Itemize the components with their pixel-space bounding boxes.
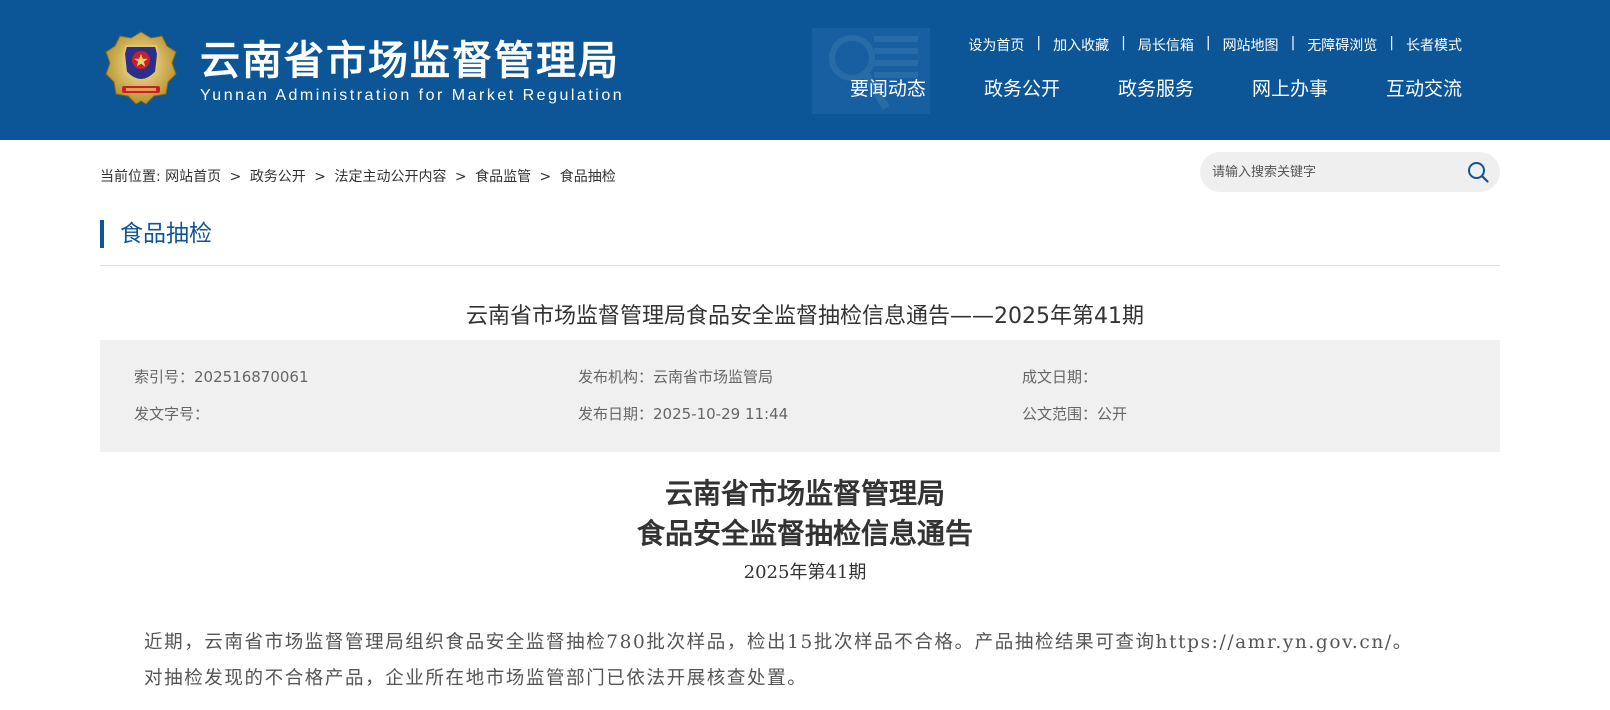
top-link-elder-mode[interactable]: 长者模式 (1406, 35, 1462, 55)
breadcrumb-food-supervision[interactable]: 食品监管 (475, 169, 531, 185)
document-issue: 2025年第41期 (743, 562, 867, 583)
meta-scope: 公文范围：公开 (1022, 405, 1128, 423)
breadcrumb-separator: > (314, 169, 326, 185)
breadcrumb-separator: > (229, 169, 242, 185)
top-link-director-mailbox[interactable]: 局长信箱 (1138, 35, 1194, 55)
site-subtitle: Yunnan Administration for Market Regulat… (200, 87, 625, 104)
meta-doc-no: 发文字号： (134, 405, 210, 423)
breadcrumb-prefix: 当前位置: (100, 169, 161, 185)
top-link-separator: | (1036, 35, 1042, 51)
main-nav: 要闻动态 政务公开 政务服务 网上办事 互动交流 (850, 74, 1462, 101)
document-org-heading: 云南省市场监督管理局 (664, 477, 945, 510)
meta-publisher: 发布机构：云南省市场监管局 (578, 368, 774, 386)
nav-item-interaction[interactable]: 互动交流 (1386, 74, 1462, 101)
top-link-separator: | (1121, 35, 1126, 51)
site-title: 云南省市场监督管理局 (200, 38, 620, 84)
breadcrumb: 当前位置: 网站首页 > 政务公开 > 法定主动公开内容 > 食品监管 > 食品… (100, 166, 616, 186)
breadcrumb-gov-affairs[interactable]: 政务公开 (250, 169, 306, 185)
breadcrumb-statutory-disclosure[interactable]: 法定主动公开内容 (334, 169, 446, 185)
search-icon[interactable] (1466, 160, 1490, 184)
article-body: 近期，云南省市场监督管理局组织食品安全监督抽检780批次样品，检出15批次样品不… (144, 625, 1464, 697)
breadcrumb-separator: > (454, 169, 467, 185)
breadcrumb-separator: > (539, 169, 552, 185)
section-divider (100, 265, 1500, 266)
top-link-sitemap[interactable]: 网站地图 (1223, 35, 1279, 55)
police-emblem-icon[interactable] (104, 30, 178, 106)
section-title: 食品抽检 (100, 220, 212, 248)
top-link-separator: | (1205, 35, 1211, 51)
article-title: 云南省市场监督管理局食品安全监督抽检信息通告——2025年第41期 (466, 304, 1144, 329)
nav-item-online-services[interactable]: 网上办事 (1252, 74, 1328, 101)
body-paragraph: 近期，云南省市场监督管理局组织食品安全监督抽检780批次样品，检出15批次样品不… (144, 632, 1413, 653)
nav-item-gov-services[interactable]: 政务服务 (1118, 74, 1194, 101)
meta-written-date: 成文日期： (1022, 368, 1098, 386)
magnifier-decoration-icon (812, 28, 930, 114)
search-input[interactable] (1212, 152, 1452, 192)
breadcrumb-food-sampling[interactable]: 食品抽检 (560, 169, 616, 185)
site-header: 云南省市场监督管理局 Yunnan Administration for Mar… (0, 0, 1610, 140)
nav-item-gov-affairs[interactable]: 政务公开 (984, 74, 1060, 101)
top-link-accessibility[interactable]: 无障碍浏览 (1307, 35, 1377, 55)
search-box (1200, 152, 1500, 192)
meta-index-no: 索引号：202516870061 (134, 368, 309, 386)
top-link-set-home[interactable]: 设为首页 (968, 35, 1024, 55)
top-link-separator: | (1290, 35, 1296, 51)
top-link-separator: | (1389, 35, 1394, 51)
body-paragraph: 对抽检发现的不合格产品，企业所在地市场监管部门已依法开展核查处置。 (144, 668, 808, 689)
article-meta-box: 索引号：202516870061 发布机构：云南省市场监管局 成文日期： 发文字… (100, 340, 1500, 452)
meta-publish-date: 发布日期：2025-10-29 11:44 (578, 405, 789, 423)
top-link-bookmark[interactable]: 加入收藏 (1053, 35, 1109, 55)
document-name-heading: 食品安全监督抽检信息通告 (636, 517, 973, 550)
top-links: 设为首页 | 加入收藏 | 局长信箱 | 网站地图 | 无障碍浏览 | 长者模式 (968, 35, 1462, 55)
nav-item-news[interactable]: 要闻动态 (850, 74, 926, 101)
breadcrumb-home[interactable]: 网站首页 (165, 169, 221, 185)
